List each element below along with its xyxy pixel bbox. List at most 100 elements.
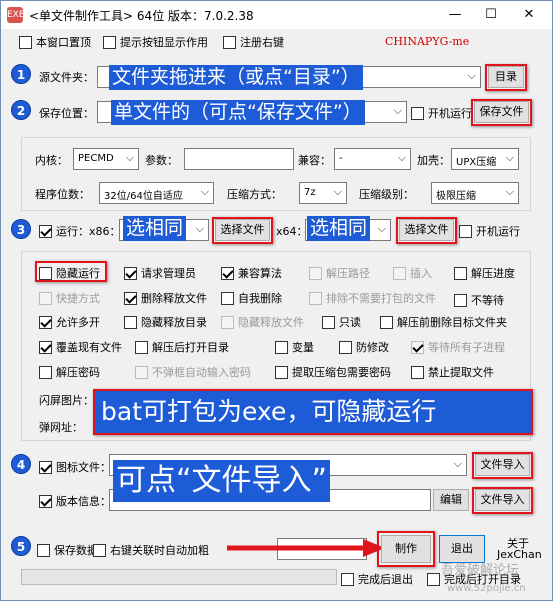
compat-label: 兼容： — [298, 154, 331, 167]
anti-modify-checkbox[interactable] — [339, 340, 352, 354]
hide-release-dir-label: 隐藏释放目录 — [141, 316, 207, 329]
anti-modify-option[interactable]: 防修改 — [339, 339, 389, 355]
close-after-option[interactable]: 右键关联时自动加粗 — [93, 542, 209, 558]
exclude-files-checkbox[interactable] — [309, 291, 322, 305]
allow-multi-checkbox[interactable] — [39, 315, 52, 329]
open-dir-label: 解压后打开目录 — [152, 341, 229, 354]
forbid-extract-option[interactable]: 禁止提取文件 — [411, 364, 494, 380]
close-after-checkbox[interactable] — [93, 543, 106, 557]
no-auto-pwd-option[interactable]: 不弹框自动输入密码 — [135, 364, 251, 380]
save-autostart-label: 开机运行 — [428, 107, 472, 120]
unzip-pwd-checkbox[interactable] — [39, 365, 52, 379]
open-after-checkbox[interactable] — [427, 572, 440, 586]
readonly-label: 只读 — [339, 316, 361, 329]
open-dir-option[interactable]: 解压后打开目录 — [135, 339, 229, 355]
delete-release-checkbox[interactable] — [124, 291, 137, 305]
compress-select[interactable]: 7z — [299, 182, 347, 204]
shell-label: 加壳： — [417, 154, 450, 167]
clear-target-checkbox[interactable] — [380, 315, 393, 329]
stay-on-top-option[interactable]: 本窗口置顶 — [19, 34, 91, 50]
variable-label: 变量 — [292, 341, 314, 354]
variable-option[interactable]: 变量 — [275, 339, 314, 355]
show-tips-option[interactable]: 提示按钮显示作用 — [103, 34, 208, 50]
allow-multi-option[interactable]: 允许多开 — [39, 314, 100, 330]
variable-checkbox[interactable] — [275, 340, 288, 354]
hide-release-file-checkbox[interactable] — [221, 315, 234, 329]
wait-children-option[interactable]: 等待所有子进程 — [411, 339, 505, 355]
shell-select[interactable]: UPX压缩 — [451, 148, 519, 170]
self-delete-option[interactable]: 自我删除 — [221, 290, 282, 306]
unzip-path-label: 解压路径 — [326, 267, 370, 280]
wait-children-checkbox[interactable] — [411, 340, 424, 354]
self-delete-checkbox[interactable] — [221, 291, 234, 305]
exclude-files-option[interactable]: 排除不需要打包的文件 — [309, 290, 436, 306]
unzip-progress-option[interactable]: 解压进度 — [454, 265, 515, 281]
save-autostart-option[interactable]: 开机运行 — [411, 105, 472, 121]
no-auto-pwd-checkbox[interactable] — [135, 365, 148, 379]
version-checkbox[interactable] — [39, 494, 52, 508]
readonly-checkbox[interactable] — [322, 315, 335, 329]
compat-select[interactable]: - — [334, 148, 411, 170]
run-checkbox[interactable] — [39, 224, 52, 238]
register-context-label: 注册右键 — [240, 36, 284, 49]
window-title: <单文件制作工具> 64位 版本：7.0.2.38 — [29, 9, 254, 23]
exit-after-option[interactable]: 完成后退出 — [341, 571, 413, 587]
icon-option[interactable]: 图标文件： — [39, 459, 111, 475]
unzip-pwd-option[interactable]: 解压密码 — [39, 364, 100, 380]
anti-modify-label: 防修改 — [356, 341, 389, 354]
run-autostart-option[interactable]: 开机运行 — [459, 223, 520, 239]
app-icon: EXE — [7, 7, 25, 23]
save-data-checkbox[interactable] — [37, 543, 50, 557]
highlight-browse — [485, 64, 527, 91]
shortcut-checkbox[interactable] — [39, 291, 52, 305]
progress-bar — [21, 569, 337, 585]
run-option[interactable]: 运行：x86： — [39, 223, 121, 239]
register-context-option[interactable]: 注册右键 — [223, 34, 284, 50]
forbid-extract-checkbox[interactable] — [411, 365, 424, 379]
request-admin-checkbox[interactable] — [124, 266, 137, 280]
version-option[interactable]: 版本信息： — [39, 493, 111, 509]
hide-release-dir-checkbox[interactable] — [124, 315, 137, 329]
close-button[interactable]: ✕ — [511, 3, 547, 27]
readonly-option[interactable]: 只读 — [322, 314, 361, 330]
delete-release-option[interactable]: 删除释放文件 — [124, 290, 207, 306]
compat-algo-checkbox[interactable] — [221, 266, 234, 280]
bits-select[interactable]: 32位/64位自适应 — [99, 182, 214, 204]
x64-label: x64： — [276, 225, 308, 238]
overwrite-option[interactable]: 覆盖现有文件 — [39, 339, 122, 355]
save-autostart-checkbox[interactable] — [411, 106, 424, 120]
hide-release-file-option[interactable]: 隐藏释放文件 — [221, 314, 304, 330]
no-wait-option[interactable]: 不等待 — [454, 292, 504, 308]
level-select[interactable]: 极限压缩 — [431, 182, 519, 204]
title-bar: EXE <单文件制作工具> 64位 版本：7.0.2.38 — ☐ ✕ — [1, 1, 552, 29]
insert-option[interactable]: 插入 — [393, 265, 432, 281]
open-dir-checkbox[interactable] — [135, 340, 148, 354]
unzip-progress-checkbox[interactable] — [454, 266, 467, 280]
need-pwd-checkbox[interactable] — [275, 365, 288, 379]
forum-url-watermark: www.52pojie.cn — [447, 583, 526, 594]
kernel-select[interactable]: PECMD — [73, 148, 139, 170]
minimize-button[interactable]: — — [437, 3, 473, 27]
show-tips-checkbox[interactable] — [103, 35, 116, 49]
insert-checkbox[interactable] — [393, 266, 406, 280]
run-autostart-checkbox[interactable] — [459, 224, 472, 238]
register-context-checkbox[interactable] — [223, 35, 236, 49]
clear-target-option[interactable]: 解压前删除目标文件夹 — [380, 314, 507, 330]
stay-on-top-checkbox[interactable] — [19, 35, 32, 49]
save-data-option[interactable]: 保存数据 — [37, 542, 98, 558]
need-pwd-option[interactable]: 提取压缩包需要密码 — [275, 364, 391, 380]
level-label: 压缩级别： — [359, 188, 414, 201]
version-edit-button[interactable]: 编辑 — [433, 489, 469, 511]
params-input[interactable] — [184, 148, 294, 170]
icon-checkbox[interactable] — [39, 460, 52, 474]
overwrite-checkbox[interactable] — [39, 340, 52, 354]
compat-algo-option[interactable]: 兼容算法 — [221, 265, 282, 281]
shortcut-option[interactable]: 快捷方式 — [39, 290, 100, 306]
maximize-button[interactable]: ☐ — [473, 3, 509, 27]
unzip-path-option[interactable]: 解压路径 — [309, 265, 370, 281]
unzip-path-checkbox[interactable] — [309, 266, 322, 280]
hide-release-dir-option[interactable]: 隐藏释放目录 — [124, 314, 207, 330]
no-wait-checkbox[interactable] — [454, 293, 467, 307]
request-admin-option[interactable]: 请求管理员 — [124, 265, 196, 281]
exit-after-checkbox[interactable] — [341, 572, 354, 586]
